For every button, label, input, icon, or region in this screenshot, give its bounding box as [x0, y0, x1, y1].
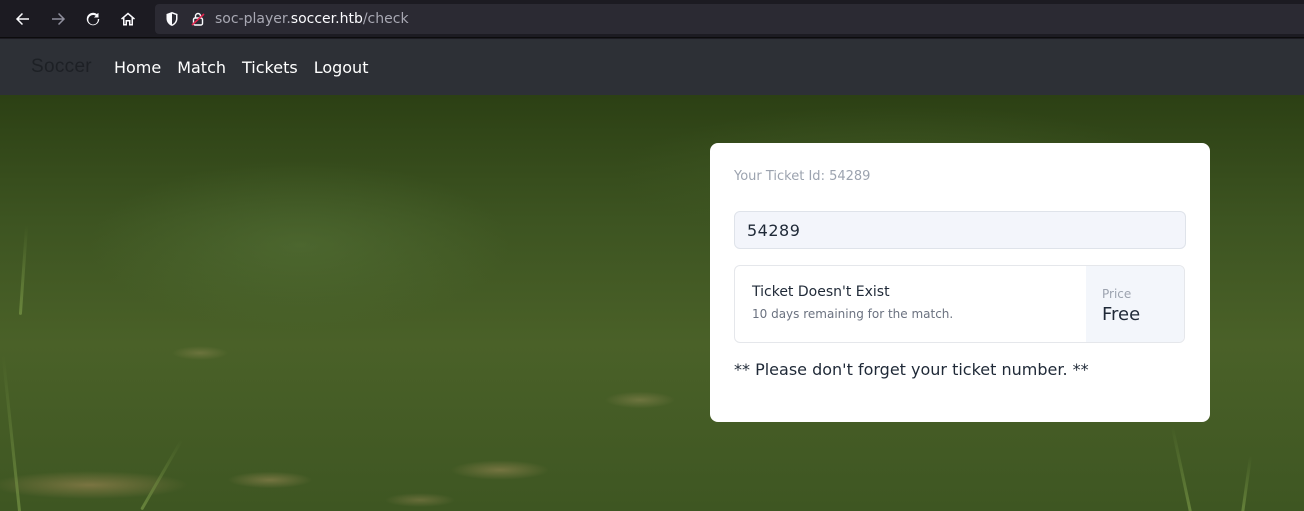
nav-link-tickets[interactable]: Tickets — [242, 58, 298, 77]
ticket-reminder: ** Please don't forget your ticket numbe… — [734, 360, 1089, 379]
ticket-result-info: Ticket Doesn't Exist 10 days remaining f… — [735, 266, 1086, 342]
site-navbar: Soccer Home Match Tickets Logout — [0, 39, 1304, 95]
ticket-id-label: Your Ticket Id: 54289 — [734, 169, 871, 184]
brand-logo[interactable]: Soccer — [31, 56, 92, 78]
price-value: Free — [1102, 304, 1141, 325]
grass-blade — [1, 355, 22, 511]
days-remaining: 10 days remaining for the match. — [752, 307, 954, 321]
browser-toolbar: soc-player.soccer.htb/check — [0, 0, 1304, 38]
nav-link-logout[interactable]: Logout — [314, 58, 369, 77]
reload-icon[interactable] — [81, 7, 105, 31]
lock-icon[interactable] — [190, 11, 206, 27]
url-text[interactable]: soc-player.soccer.htb/check — [215, 11, 409, 27]
url-bar[interactable]: soc-player.soccer.htb/check — [155, 4, 1304, 34]
ticket-check-card: Your Ticket Id: 54289 Ticket Doesn't Exi… — [710, 143, 1210, 422]
back-arrow-icon[interactable] — [11, 7, 35, 31]
nav-link-match[interactable]: Match — [177, 58, 226, 77]
ticket-id-input[interactable] — [734, 211, 1186, 249]
grass-blade — [140, 439, 183, 511]
grass-blade — [18, 225, 29, 315]
price-label: Price — [1102, 287, 1132, 301]
grass-blade — [1240, 455, 1253, 511]
grass-blade — [1170, 425, 1193, 511]
ticket-result: Ticket Doesn't Exist 10 days remaining f… — [734, 265, 1185, 343]
nav-link-home[interactable]: Home — [114, 58, 161, 77]
home-icon[interactable] — [116, 7, 140, 31]
price-panel: Price Free — [1086, 266, 1184, 342]
ticket-status: Ticket Doesn't Exist — [752, 284, 890, 300]
shield-icon[interactable] — [164, 11, 180, 27]
forward-arrow-icon[interactable] — [46, 7, 70, 31]
